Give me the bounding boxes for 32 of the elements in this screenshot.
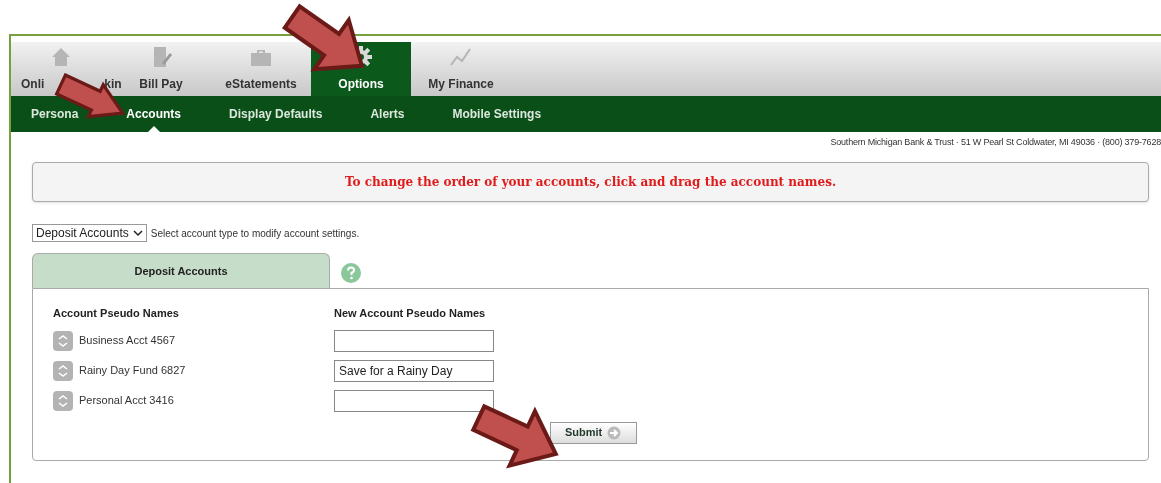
account-name: Personal Acct 3416 (79, 393, 174, 409)
sub-tab[interactable]: Accounts (126, 105, 182, 123)
tab-label: Bill Pay (139, 76, 183, 93)
bank-info: Southern Michigan Bank & Trust · 51 W Pearl St Coldwater, MI 49036 · (800) 379-7628 (830, 136, 1161, 149)
tab-label: My Finance (428, 76, 494, 93)
reorder-handle-icon[interactable] (53, 360, 73, 381)
selected-indicator (147, 126, 160, 132)
sub-tab[interactable]: Display Defaults (229, 105, 323, 123)
reorder-handle-icon[interactable] (53, 390, 73, 411)
sub-tab[interactable]: Mobile Settings (452, 105, 542, 123)
tab-label: Onli (21, 76, 45, 93)
notice-text: To change the order of your accounts, click and drag the account names. (344, 174, 837, 191)
tab-label: eStatements (225, 76, 297, 93)
new-name-field[interactable]: Save for a Rainy Day (334, 359, 494, 382)
account-type-hint: Select account type to modify account settings. (150, 226, 360, 241)
column-header: Account Pseudo Names (53, 306, 180, 321)
arrow-right-icon (606, 425, 623, 440)
new-name-field[interactable] (334, 389, 494, 412)
reorder-handle-icon[interactable] (53, 330, 73, 351)
new-name-field[interactable] (334, 329, 494, 352)
tab-label: kin (104, 76, 122, 93)
account-name: Rainy Day Fund 6827 (79, 363, 186, 379)
account-type-dropdown[interactable]: Deposit Accounts (32, 224, 147, 242)
sub-tab[interactable]: Alerts (370, 105, 405, 123)
panel-tab[interactable]: Deposit Accounts (32, 253, 330, 288)
column-header: New Account Pseudo Names (334, 306, 486, 321)
chevron-down-icon (132, 229, 143, 237)
submit-button[interactable]: Submit (550, 421, 638, 444)
tab-label: Options (338, 76, 384, 93)
account-name: Business Acct 4567 (79, 333, 175, 349)
help-icon[interactable] (341, 263, 361, 283)
sub-tab[interactable]: Persona (31, 105, 79, 123)
